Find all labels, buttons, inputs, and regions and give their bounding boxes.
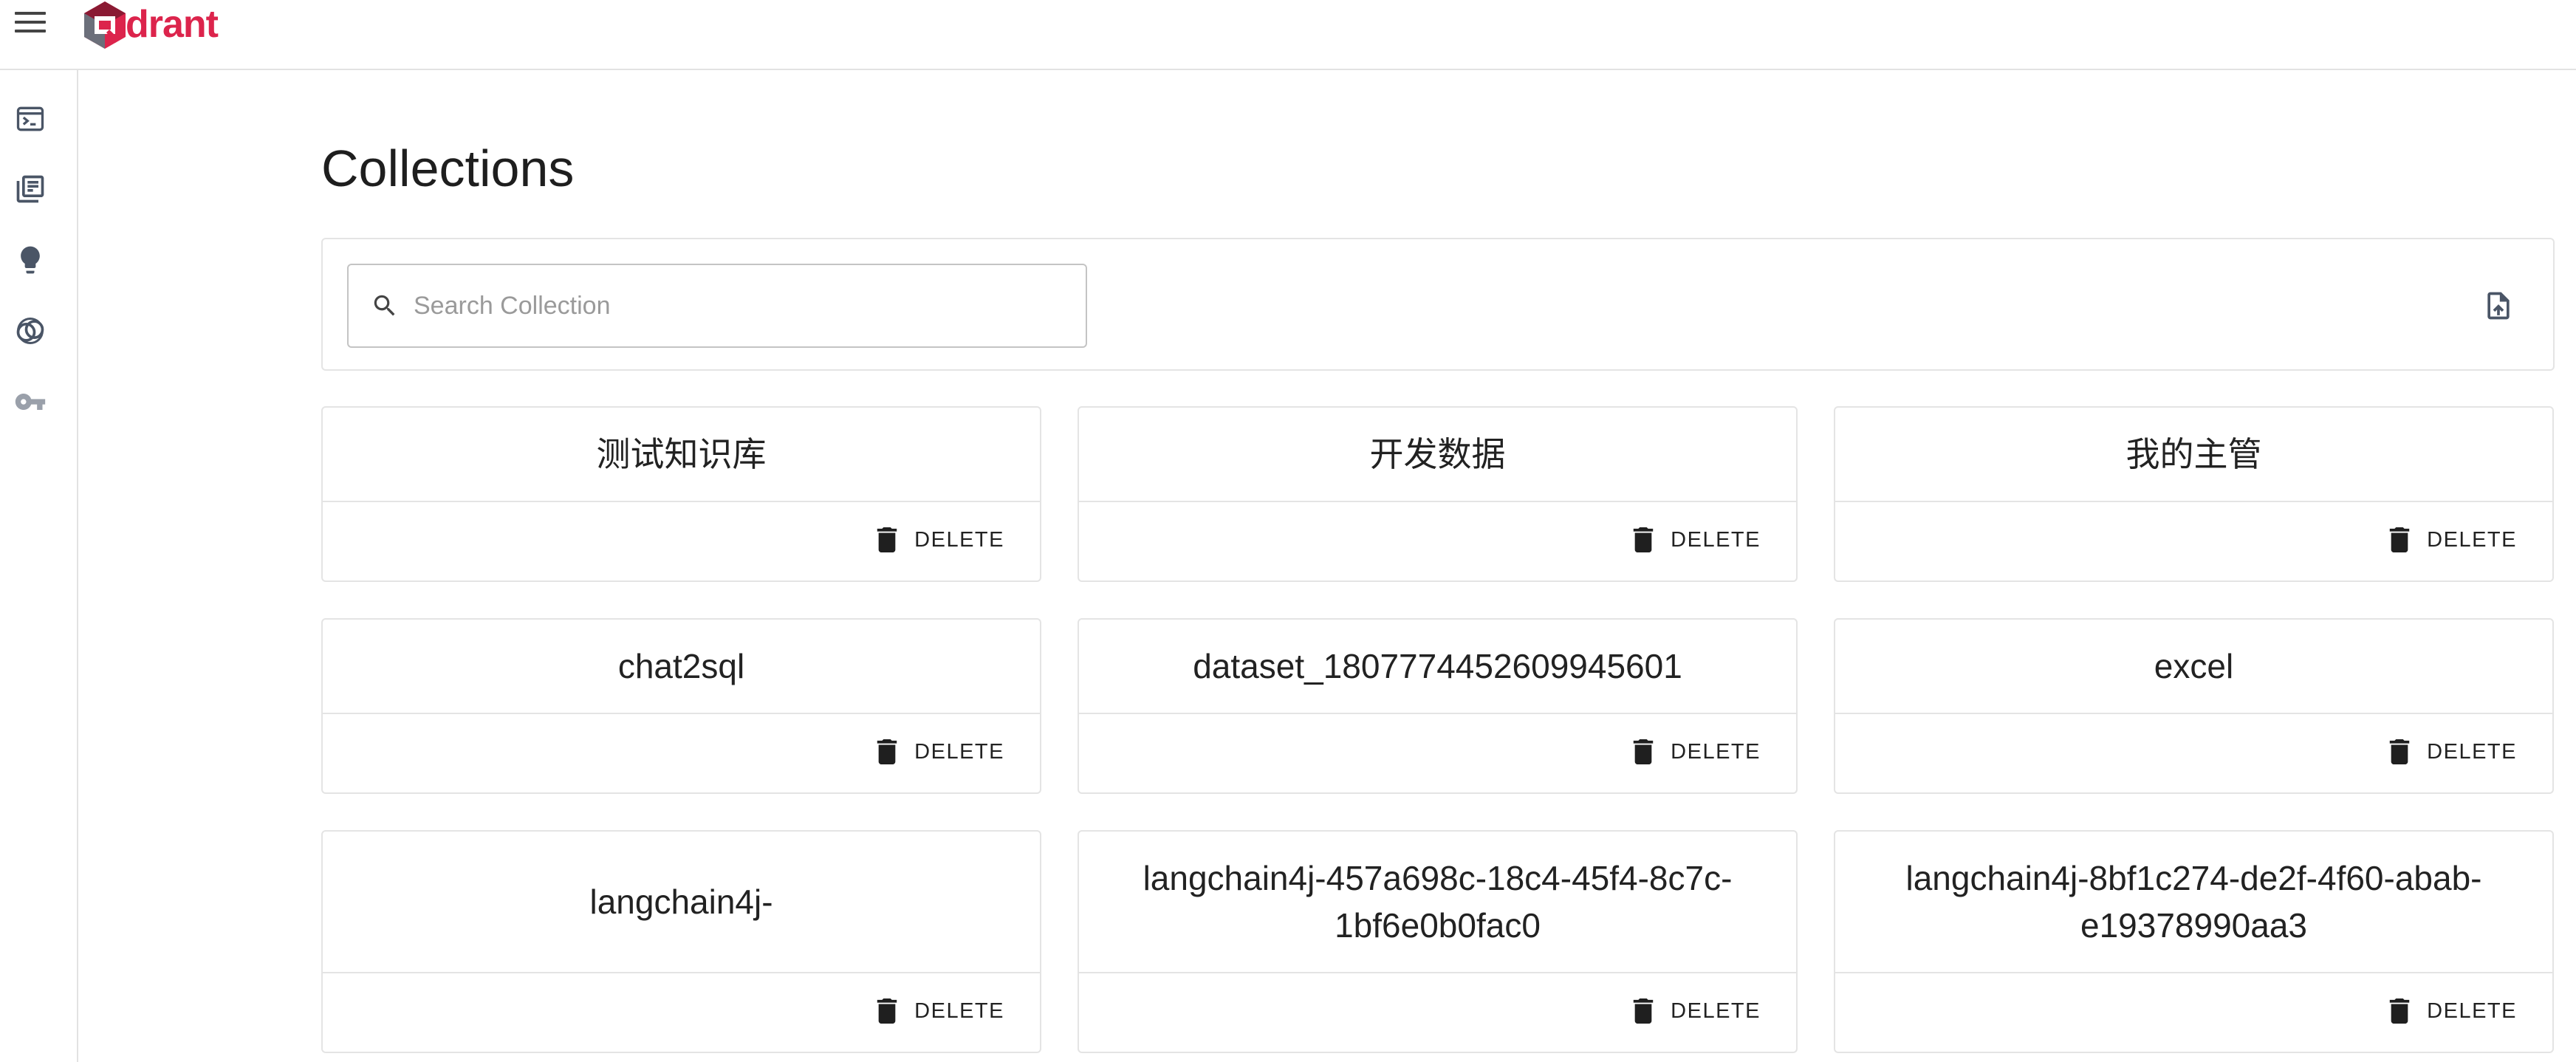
menu-icon[interactable] — [15, 9, 46, 35]
delete-label: DELETE — [1671, 739, 1761, 764]
trash-icon — [2389, 527, 2410, 552]
delete-label: DELETE — [1671, 998, 1761, 1023]
terminal-icon[interactable] — [13, 102, 47, 136]
collection-card: langchain4j-457a698c-18c4-45f4-8c7c-1bf6… — [1078, 830, 1798, 1053]
collection-card: dataset_1807774452609945601 DELETE — [1078, 618, 1798, 794]
collection-name-link[interactable]: dataset_1807774452609945601 — [1079, 620, 1796, 714]
trash-icon — [2389, 998, 2410, 1024]
lightbulb-icon[interactable] — [13, 243, 47, 277]
delete-button[interactable]: DELETE — [1632, 527, 1761, 552]
delete-label: DELETE — [2427, 998, 2517, 1023]
card-actions: DELETE — [1835, 973, 2552, 1052]
page-title: Collections — [321, 140, 575, 197]
collection-card: 开发数据 DELETE — [1078, 406, 1798, 582]
logo-text: drant — [126, 3, 219, 46]
delete-label: DELETE — [1671, 527, 1761, 552]
delete-button[interactable]: DELETE — [2388, 998, 2517, 1024]
collections-toolbar — [321, 238, 2555, 371]
delete-label: DELETE — [914, 527, 1004, 552]
search-icon — [374, 295, 395, 316]
delete-button[interactable]: DELETE — [1632, 998, 1761, 1024]
trash-icon — [1633, 527, 1654, 552]
card-actions: DELETE — [1079, 714, 1796, 792]
sidebar — [0, 70, 78, 1062]
collection-card: langchain4j- DELETE — [321, 830, 1041, 1053]
delete-button[interactable]: DELETE — [2388, 527, 2517, 552]
trash-icon — [1633, 998, 1654, 1024]
key-icon[interactable] — [13, 385, 47, 419]
card-actions: DELETE — [1079, 502, 1796, 580]
delete-button[interactable]: DELETE — [2388, 739, 2517, 764]
trash-icon — [1633, 739, 1654, 764]
delete-button[interactable]: DELETE — [1632, 739, 1761, 764]
trash-icon — [877, 998, 897, 1024]
library-books-icon[interactable] — [13, 172, 47, 206]
card-actions: DELETE — [1079, 973, 1796, 1052]
collection-card: 我的主管 DELETE — [1834, 406, 2554, 582]
search-input[interactable] — [414, 291, 1063, 321]
search-box[interactable] — [347, 264, 1087, 348]
qdrant-logo[interactable]: drant — [81, 0, 219, 49]
collection-card: 测试知识库 DELETE — [321, 406, 1041, 582]
collection-name-link[interactable]: chat2sql — [323, 620, 1040, 714]
card-actions: DELETE — [323, 973, 1040, 1052]
collection-name-link[interactable]: langchain4j-457a698c-18c4-45f4-8c7c-1bf6… — [1079, 832, 1796, 973]
collection-name-link[interactable]: langchain4j-8bf1c274-de2f-4f60-abab-e193… — [1835, 832, 2552, 973]
card-actions: DELETE — [1835, 502, 2552, 580]
collection-card: excel DELETE — [1834, 618, 2554, 794]
upload-file-icon — [2487, 292, 2510, 320]
delete-button[interactable]: DELETE — [876, 739, 1004, 764]
card-actions: DELETE — [323, 714, 1040, 792]
delete-label: DELETE — [2427, 739, 2517, 764]
linked-rings-icon[interactable] — [13, 314, 47, 348]
collection-name-link[interactable]: 我的主管 — [1835, 408, 2552, 502]
collection-name-link[interactable]: excel — [1835, 620, 2552, 714]
delete-label: DELETE — [2427, 527, 2517, 552]
collection-card: chat2sql DELETE — [321, 618, 1041, 794]
delete-label: DELETE — [914, 998, 1004, 1023]
app-bar: drant — [0, 0, 2576, 70]
delete-label: DELETE — [914, 739, 1004, 764]
collection-name-link[interactable]: 测试知识库 — [323, 408, 1040, 502]
collection-name-link[interactable]: langchain4j- — [323, 832, 1040, 973]
collection-card: langchain4j-8bf1c274-de2f-4f60-abab-e193… — [1834, 830, 2554, 1053]
card-actions: DELETE — [323, 502, 1040, 580]
qdrant-logo-icon — [84, 1, 126, 49]
card-actions: DELETE — [1835, 714, 2552, 792]
delete-button[interactable]: DELETE — [876, 527, 1004, 552]
trash-icon — [877, 527, 897, 552]
upload-snapshot-button[interactable] — [2481, 288, 2516, 323]
trash-icon — [2389, 739, 2410, 764]
collection-name-link[interactable]: 开发数据 — [1079, 408, 1796, 502]
delete-button[interactable]: DELETE — [876, 998, 1004, 1024]
trash-icon — [877, 739, 897, 764]
